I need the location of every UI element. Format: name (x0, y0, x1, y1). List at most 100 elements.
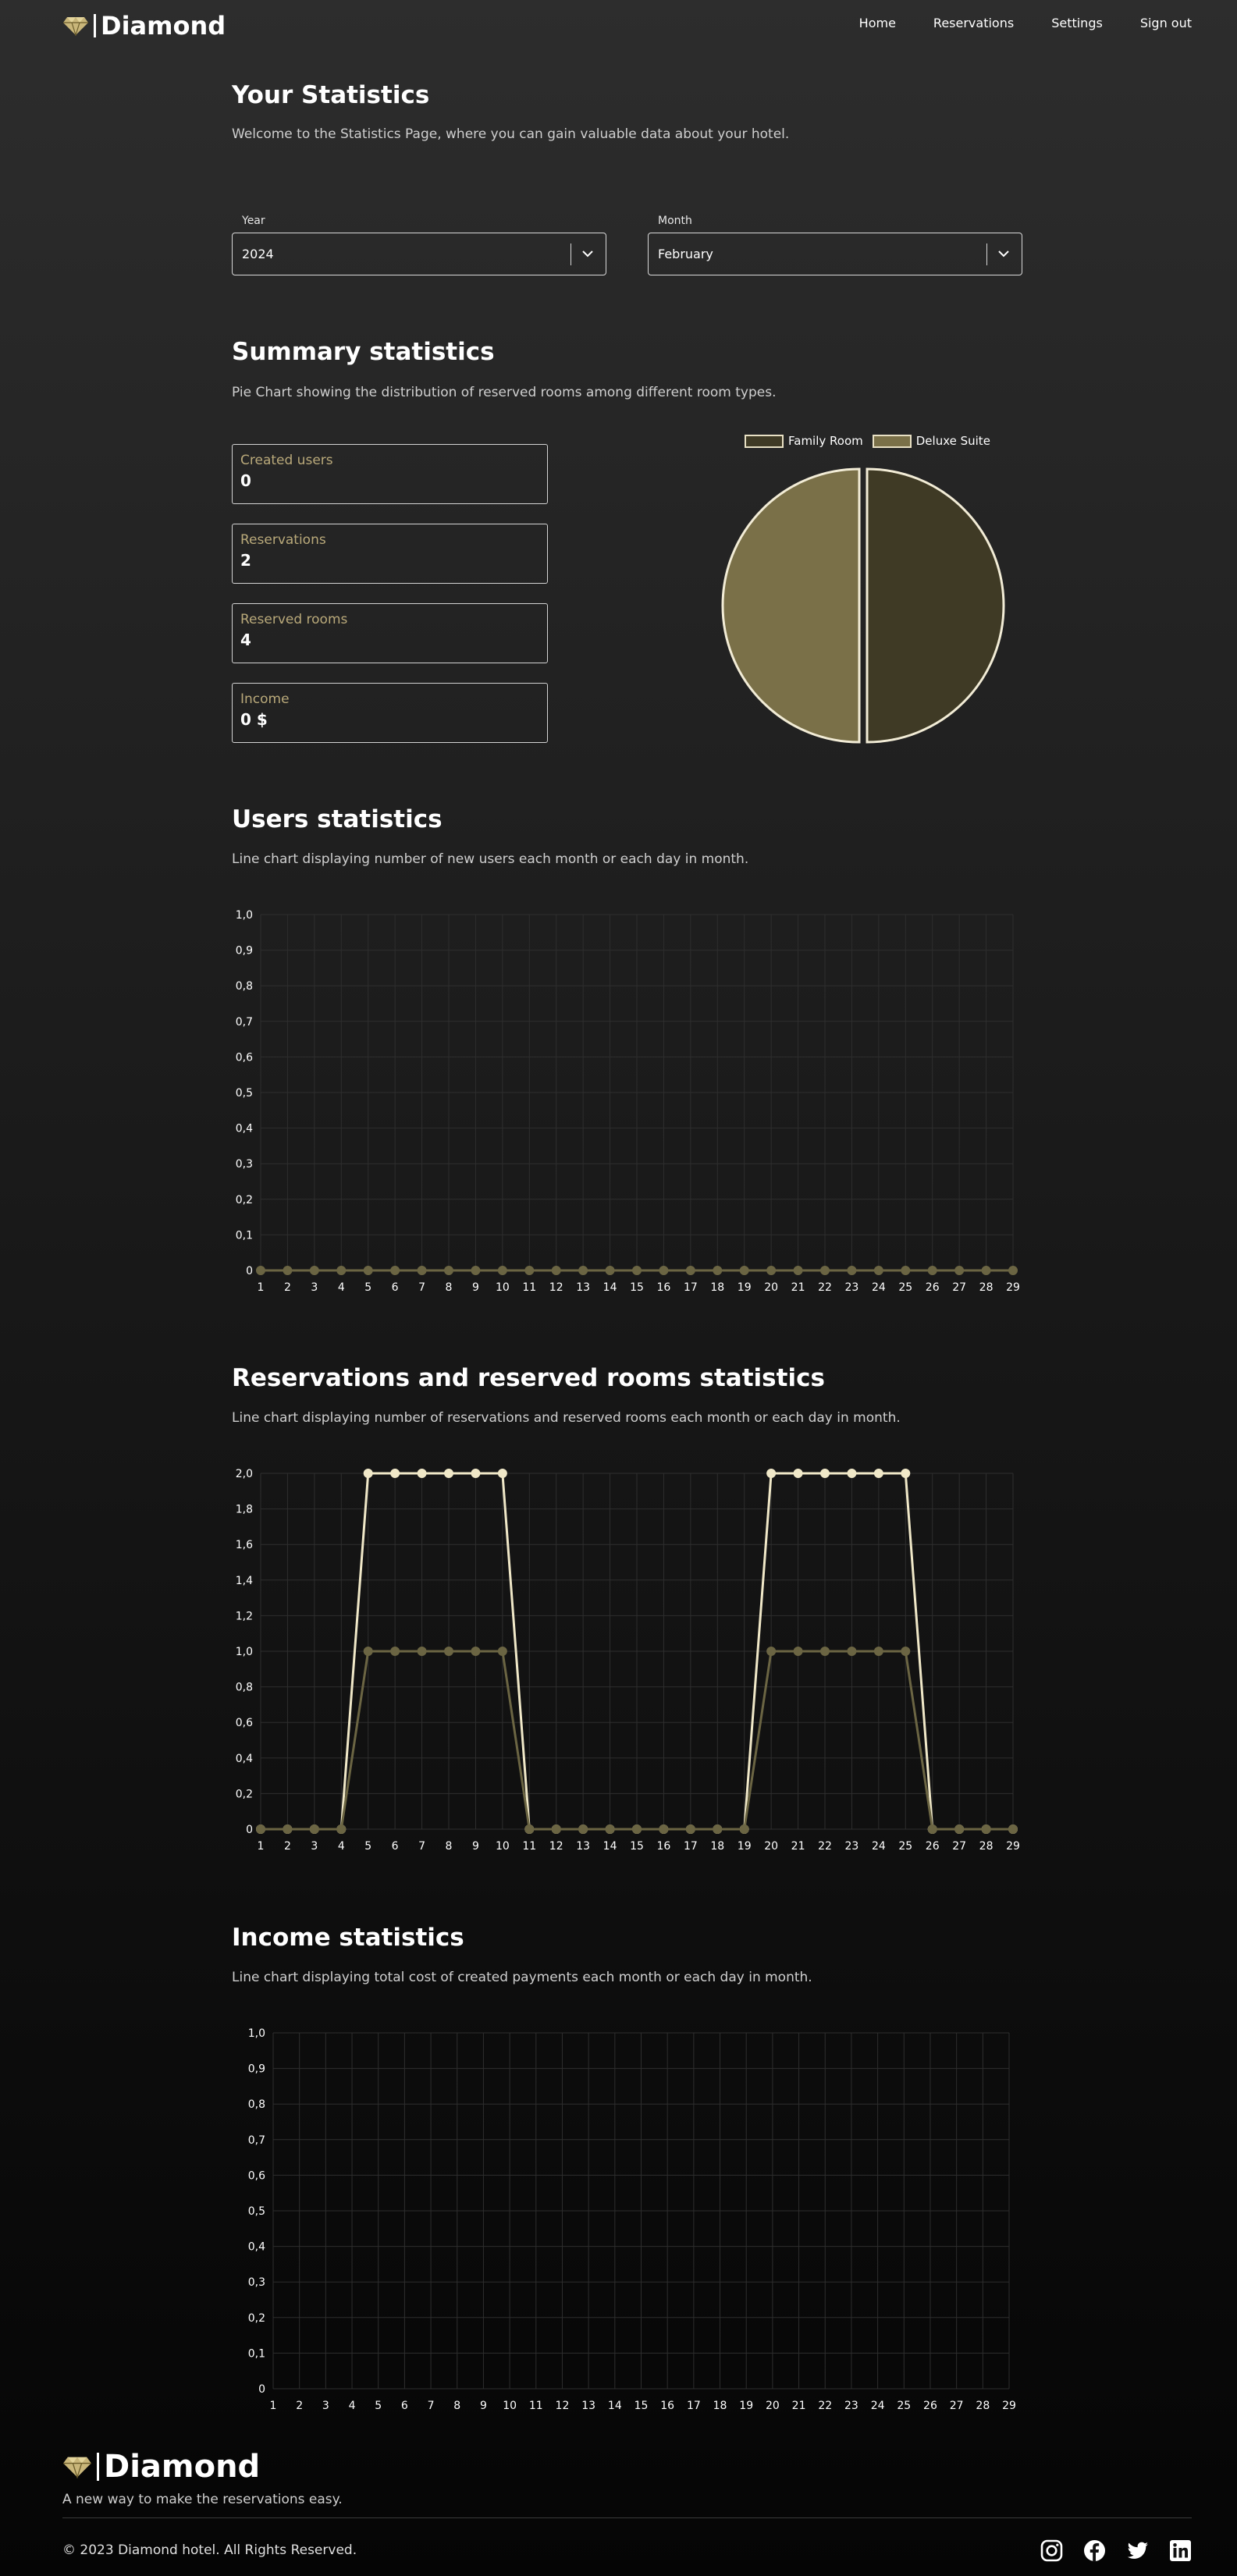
data-point (551, 1825, 561, 1834)
legend-swatch (745, 434, 784, 448)
x-tick-label: 15 (634, 2400, 649, 2412)
pie-svg (721, 467, 1005, 744)
x-tick-label: 10 (496, 1840, 510, 1853)
x-tick-label: 17 (684, 1281, 698, 1294)
nav-reservations-link[interactable]: Reservations (933, 16, 1014, 30)
y-tick-label: 1,8 (236, 1504, 253, 1516)
reservations-description: Line chart displaying number of reservat… (232, 1410, 901, 1426)
data-point (363, 1266, 373, 1275)
x-tick-label: 6 (392, 1281, 399, 1294)
year-value: 2024 (242, 247, 274, 261)
instagram-icon[interactable] (1040, 2539, 1063, 2562)
month-select[interactable]: February (648, 233, 1022, 275)
data-point (336, 1266, 347, 1275)
twitter-icon[interactable] (1126, 2539, 1149, 2562)
data-point (497, 1266, 507, 1275)
y-tick-label: 0,2 (236, 1194, 253, 1206)
x-tick-label: 6 (401, 2400, 408, 2412)
x-tick-label: 10 (503, 2400, 517, 2412)
brand-name: Diamond (104, 2449, 261, 2485)
y-tick-label: 0,7 (236, 1016, 253, 1029)
data-point (927, 1825, 937, 1834)
legend-item-deluxe-suite[interactable]: Deluxe Suite (872, 434, 990, 448)
y-tick-label: 1,0 (236, 909, 253, 922)
x-tick-label: 28 (979, 1840, 994, 1853)
nav-home-link[interactable]: Home (859, 16, 896, 30)
data-point (739, 1266, 749, 1275)
x-tick-label: 29 (1006, 1281, 1020, 1294)
data-point (847, 1266, 857, 1275)
x-tick-label: 16 (657, 1840, 671, 1853)
x-tick-label: 23 (845, 1840, 859, 1853)
data-point (954, 1825, 965, 1834)
linkedin-icon[interactable] (1169, 2539, 1192, 2562)
y-tick-label: 1,6 (236, 1539, 253, 1551)
stat-reserved-rooms: Reserved rooms 4 (232, 603, 548, 663)
y-tick-label: 0,3 (236, 1158, 253, 1171)
data-point (820, 1266, 830, 1275)
data-point (417, 1647, 427, 1656)
room-type-pie-chart: Family Room Deluxe Suite (716, 434, 1013, 746)
data-point (497, 1647, 507, 1656)
y-tick-label: 0,5 (236, 1087, 253, 1100)
data-point (417, 1266, 427, 1275)
y-tick-label: 0,7 (248, 2134, 265, 2147)
stat-label: Created users (240, 453, 333, 468)
data-point (605, 1825, 615, 1834)
data-point (283, 1825, 293, 1834)
x-tick-label: 3 (322, 2400, 329, 2412)
data-point (309, 1266, 319, 1275)
data-point (793, 1266, 803, 1275)
chevron-down-icon (582, 250, 593, 258)
nav-sign-out-link[interactable]: Sign out (1140, 16, 1192, 30)
x-tick-label: 18 (710, 1281, 724, 1294)
y-tick-label: 0 (246, 1265, 253, 1277)
nav-settings-link[interactable]: Settings (1051, 16, 1103, 30)
x-tick-label: 25 (898, 1281, 912, 1294)
x-tick-label: 8 (446, 1840, 453, 1853)
data-point (766, 1469, 777, 1478)
footer-logo[interactable]: Diamond (62, 2449, 260, 2485)
facebook-icon[interactable] (1083, 2539, 1106, 2562)
x-tick-label: 15 (630, 1840, 644, 1853)
legend-item-family-room[interactable]: Family Room (745, 434, 863, 448)
data-point (766, 1266, 777, 1275)
footer-copyright: © 2023 Diamond hotel. All Rights Reserve… (62, 2542, 357, 2558)
x-tick-label: 28 (976, 2400, 990, 2412)
data-point (1008, 1825, 1018, 1834)
x-tick-label: 21 (792, 2400, 806, 2412)
logo-separator (97, 2453, 99, 2481)
brand-name: Diamond (101, 11, 226, 41)
income-chart-svg: 00,10,20,30,40,50,60,70,80,91,01 2 3 4 5 6 7 8 9… (248, 2027, 1016, 2412)
data-point (471, 1469, 481, 1478)
data-point (632, 1825, 642, 1834)
data-point (256, 1266, 265, 1275)
stat-label: Income (240, 691, 290, 707)
chevron-down-icon (998, 250, 1009, 258)
data-point (685, 1266, 695, 1275)
y-tick-label: 0 (246, 1824, 253, 1836)
y-tick-label: 0,6 (236, 1051, 253, 1064)
legend-label: Deluxe Suite (915, 434, 990, 448)
users-chart-svg: 00,10,20,30,40,50,60,70,80,91,01 2 3 4 5 6 7 8 9… (236, 909, 1020, 1294)
x-tick-label: 11 (522, 1281, 536, 1294)
data-point (901, 1266, 911, 1275)
data-point (363, 1647, 373, 1656)
x-tick-label: 28 (979, 1281, 994, 1294)
year-select[interactable]: 2024 (232, 233, 606, 275)
brand-logo[interactable]: Diamond (62, 11, 226, 41)
x-tick-label: 13 (576, 1281, 590, 1294)
x-tick-label: 26 (923, 2400, 937, 2412)
stat-income: Income 0 $ (232, 683, 548, 743)
y-tick-label: 0,1 (248, 2347, 265, 2360)
x-tick-label: 1 (270, 2400, 277, 2412)
x-tick-label: 20 (764, 1281, 778, 1294)
x-tick-label: 22 (818, 2400, 832, 2412)
stat-label: Reservations (240, 532, 326, 548)
stat-value: 0 $ (240, 710, 268, 729)
y-tick-label: 0,9 (248, 2063, 265, 2076)
y-tick-label: 0,8 (236, 980, 253, 993)
data-point (659, 1825, 669, 1834)
x-tick-label: 14 (603, 1840, 617, 1853)
year-label: Year (242, 215, 265, 227)
